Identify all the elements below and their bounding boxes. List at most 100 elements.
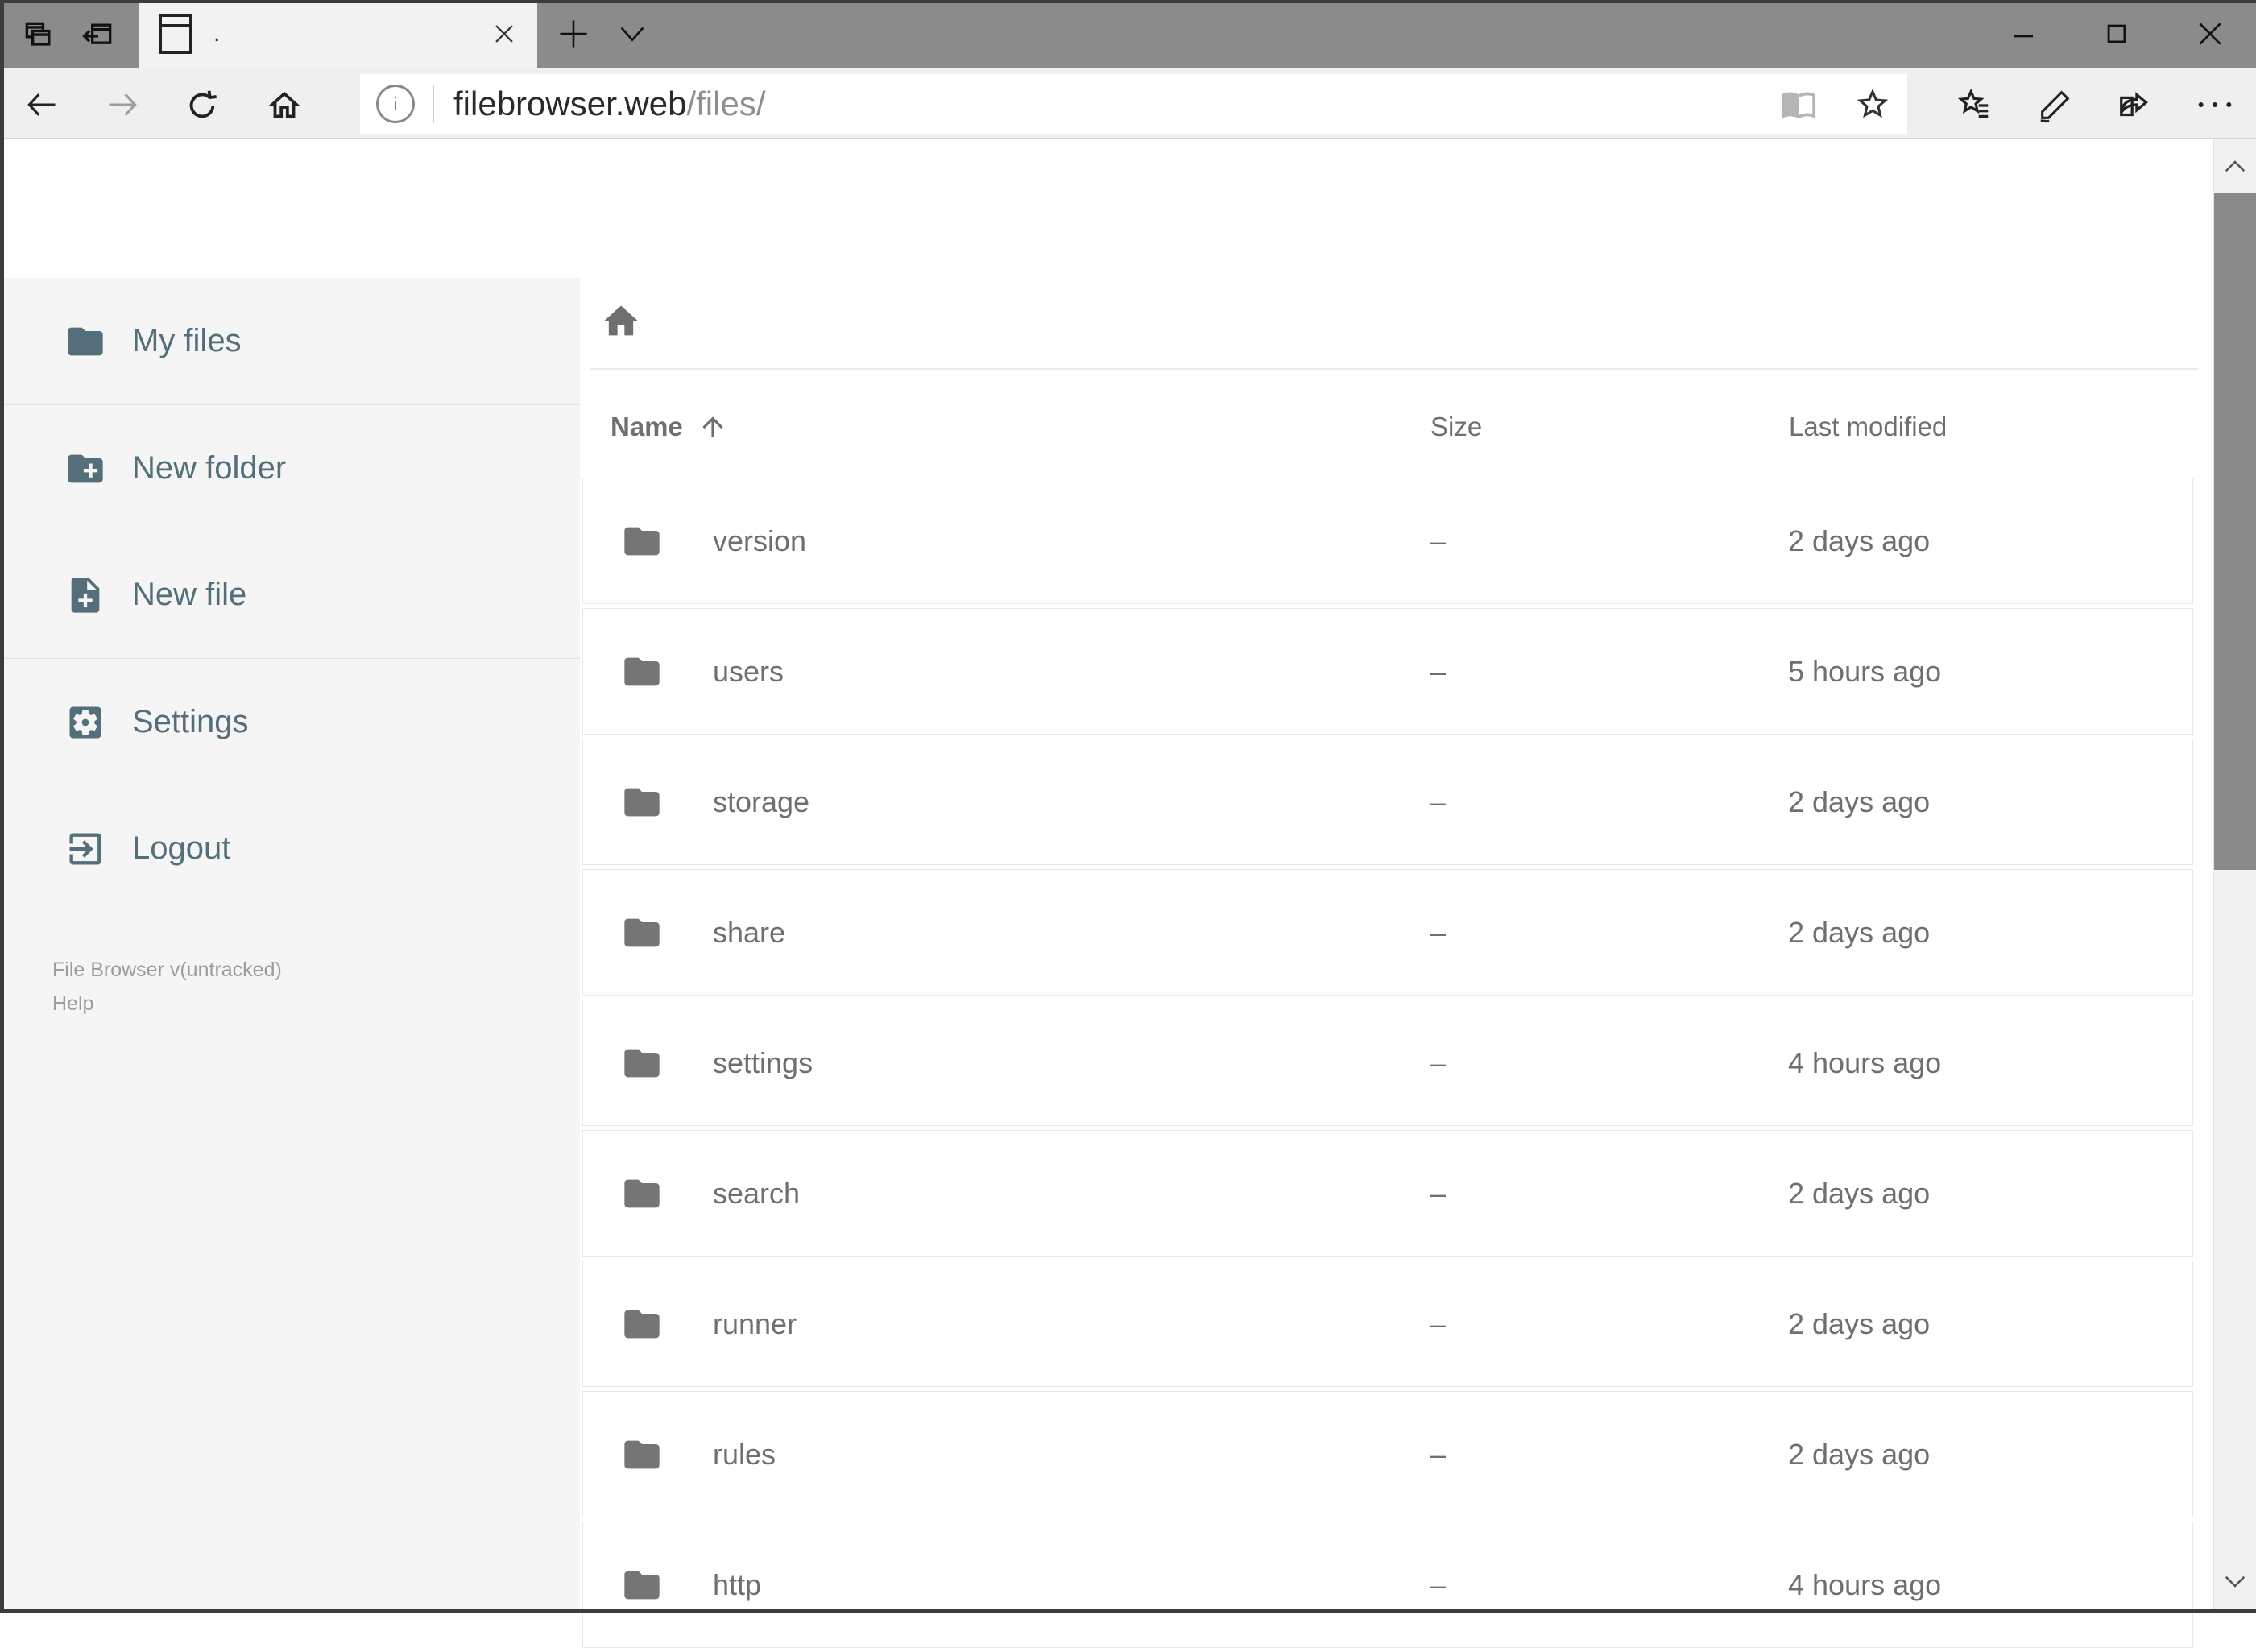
sidebar-item-my-files[interactable]: My files xyxy=(4,278,580,404)
file-row[interactable]: runner – 2 days ago xyxy=(582,1261,2193,1387)
file-size: – xyxy=(1430,1306,1447,1340)
url-bar[interactable]: i filebrowser.web /files/ xyxy=(360,74,1907,134)
set-tabs-aside-icon[interactable] xyxy=(81,18,116,53)
file-size: – xyxy=(1430,785,1447,818)
sidebar-item-label: New file xyxy=(132,577,247,612)
site-info-icon[interactable]: i xyxy=(376,85,415,123)
new-file-icon xyxy=(64,574,106,616)
folder-icon xyxy=(621,1042,663,1084)
reading-view-icon xyxy=(1780,85,1817,122)
file-size: – xyxy=(1430,1437,1447,1471)
sidebar-item-settings[interactable]: Settings xyxy=(4,659,580,785)
tab-close-icon[interactable] xyxy=(491,20,518,48)
scroll-down-icon[interactable] xyxy=(2214,1555,2256,1609)
file-name: settings xyxy=(713,1045,813,1079)
sidebar: My files New folder New file Settings Lo… xyxy=(4,278,580,1609)
back-icon[interactable] xyxy=(24,87,60,122)
tab-previews-icon[interactable] xyxy=(21,18,56,53)
refresh-icon[interactable] xyxy=(184,87,219,122)
file-name: runner xyxy=(713,1306,797,1340)
breadcrumb-divider xyxy=(590,368,2199,370)
file-size: – xyxy=(1430,1567,1447,1601)
file-name: search xyxy=(713,1176,801,1210)
file-name: users xyxy=(713,654,784,688)
sidebar-item-label: Settings xyxy=(132,704,249,739)
listing-header: Name Size Last modified xyxy=(582,395,2193,459)
folder-icon xyxy=(621,1434,663,1476)
browser-navbar: i filebrowser.web /files/ xyxy=(0,68,2256,139)
file-name: version xyxy=(713,524,807,557)
tab-title: . xyxy=(213,20,221,47)
folder-icon xyxy=(621,781,663,823)
home-icon[interactable] xyxy=(266,87,301,122)
file-modified: 5 hours ago xyxy=(1788,654,1942,688)
window-border-left xyxy=(0,0,4,1613)
maximize-button[interactable] xyxy=(2075,0,2159,68)
column-modified[interactable]: Last modified xyxy=(1789,412,2193,442)
file-modified: 4 hours ago xyxy=(1788,1045,1942,1079)
file-row[interactable]: users – 5 hours ago xyxy=(582,608,2193,735)
url-separator xyxy=(433,85,434,123)
more-ellipsis-icon[interactable] xyxy=(2194,97,2232,132)
sidebar-item-label: My files xyxy=(132,323,242,358)
file-name: share xyxy=(713,915,786,949)
create-new-folder-icon xyxy=(64,448,106,490)
help-link[interactable]: Help xyxy=(52,987,580,1020)
sidebar-item-new-file[interactable]: New file xyxy=(4,532,580,658)
minimize-button[interactable] xyxy=(1981,0,2065,68)
url-host: filebrowser.web xyxy=(453,85,687,122)
hub-favorites-icon[interactable] xyxy=(1956,87,1991,122)
file-row[interactable]: http – 4 hours ago xyxy=(582,1522,2193,1648)
listing-rows: version – 2 days ago users – 5 hours ago… xyxy=(582,478,2193,1652)
url-path: /files/ xyxy=(686,85,766,122)
file-size: – xyxy=(1430,524,1447,557)
column-name-label: Name xyxy=(611,412,683,441)
sidebar-item-label: Logout xyxy=(132,830,231,866)
share-icon[interactable] xyxy=(2117,87,2152,122)
file-row[interactable]: rules – 2 days ago xyxy=(582,1391,2193,1517)
close-button[interactable] xyxy=(2168,0,2252,68)
folder-icon xyxy=(621,651,663,693)
browser-tab[interactable]: . xyxy=(139,0,537,68)
forward-icon[interactable] xyxy=(105,87,140,122)
filebrowser-header: Search... xyxy=(4,139,2213,399)
file-name: http xyxy=(713,1567,762,1601)
folder-icon xyxy=(621,1303,663,1345)
file-row[interactable]: settings – 4 hours ago xyxy=(582,1000,2193,1126)
window-border-bottom xyxy=(0,1609,2256,1613)
browser-titlebar: . xyxy=(0,0,2256,68)
file-listing: Name Size Last modified version – 2 days… xyxy=(580,278,2213,1648)
file-size: – xyxy=(1430,1045,1447,1079)
file-size: – xyxy=(1430,915,1447,949)
folder-icon xyxy=(621,912,663,954)
settings-gear-icon xyxy=(64,702,106,743)
folder-icon xyxy=(621,520,663,562)
window-border-top xyxy=(0,0,2256,3)
file-modified: 4 hours ago xyxy=(1788,1567,1942,1601)
favorite-star-icon[interactable] xyxy=(1854,85,1891,122)
scrollbar-thumb[interactable] xyxy=(2214,193,2256,870)
file-modified: 2 days ago xyxy=(1788,524,1931,557)
sidebar-item-new-folder[interactable]: New folder xyxy=(4,405,580,532)
sidebar-item-logout[interactable]: Logout xyxy=(4,785,580,912)
ink-pen-icon[interactable] xyxy=(2036,87,2072,123)
tab-dropdown-icon[interactable] xyxy=(616,23,648,47)
file-modified: 2 days ago xyxy=(1788,915,1931,949)
file-row[interactable]: storage – 2 days ago xyxy=(582,739,2193,865)
file-row[interactable]: share – 2 days ago xyxy=(582,869,2193,996)
file-modified: 2 days ago xyxy=(1788,1306,1931,1340)
file-name: storage xyxy=(713,785,810,818)
column-size[interactable]: Size xyxy=(1430,412,1789,442)
folder-icon xyxy=(621,1173,663,1215)
scroll-up-icon[interactable] xyxy=(2214,139,2256,193)
vertical-scrollbar[interactable] xyxy=(2213,139,2256,1609)
new-tab-icon[interactable] xyxy=(556,16,591,52)
file-name: rules xyxy=(713,1437,776,1471)
file-row[interactable]: version – 2 days ago xyxy=(582,478,2193,604)
file-modified: 2 days ago xyxy=(1788,785,1931,818)
breadcrumb-home-icon[interactable] xyxy=(600,300,642,342)
column-name[interactable]: Name xyxy=(582,412,1430,442)
folder-icon xyxy=(64,321,106,362)
file-row[interactable]: search – 2 days ago xyxy=(582,1130,2193,1257)
folder-icon xyxy=(621,1564,663,1606)
